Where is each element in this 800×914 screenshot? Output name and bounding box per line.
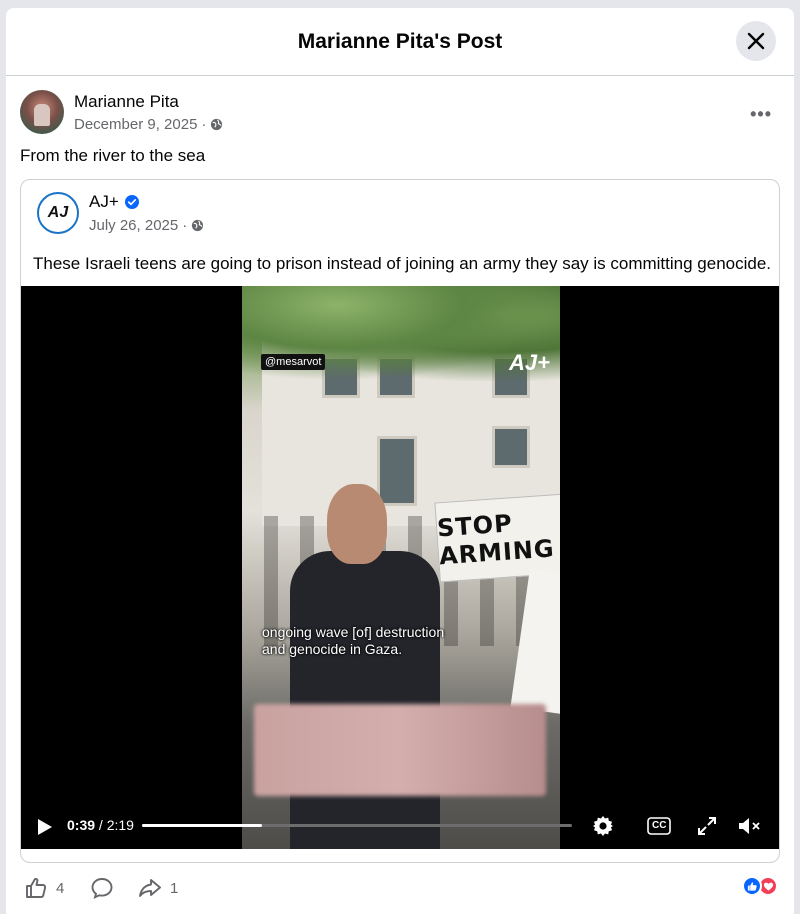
post-footer: 4 1 — [6, 866, 794, 914]
like-button[interactable]: 4 — [24, 876, 64, 900]
speaker-head — [327, 484, 387, 564]
post-header: Marianne Pita December 9, 2025 · — [20, 90, 223, 134]
post-meta: Marianne Pita December 9, 2025 · — [74, 92, 223, 133]
speaker-body — [290, 551, 440, 849]
thumbs-up-icon — [26, 877, 47, 898]
fullscreen-button[interactable] — [697, 816, 717, 841]
gear-icon — [593, 816, 613, 836]
video-progress-bar[interactable] — [142, 824, 572, 827]
shared-post-text: These Israeli teens are going to prison … — [33, 254, 772, 273]
shared-author-line: AJ+ — [89, 192, 204, 212]
more-options-button[interactable]: ••• — [750, 104, 772, 125]
post-modal: Marianne Pita's Post Marianne Pita Decem… — [6, 8, 794, 914]
current-time: 0:39 — [67, 817, 96, 833]
like-count: 4 — [56, 879, 65, 897]
post-text: From the river to the sea — [20, 146, 206, 165]
globe-icon — [211, 118, 223, 130]
video-player[interactable]: STOP ARMING @mesarvot AJ+ ongoing wave [… — [21, 286, 779, 849]
shared-date[interactable]: July 26, 2025 — [89, 217, 178, 234]
blurred-overlay — [254, 704, 546, 796]
comment-icon — [91, 878, 113, 900]
video-handle-tag: @mesarvot — [261, 354, 326, 370]
video-time: 0:39 / 2:19 — [67, 817, 134, 833]
settings-button[interactable] — [591, 814, 615, 843]
like-reaction-icon — [742, 876, 762, 896]
video-progress-fill — [142, 824, 263, 827]
shared-date-separator: · — [182, 217, 188, 234]
thumbs-up-icon — [747, 881, 757, 891]
post-date-line: December 9, 2025 · — [74, 116, 223, 133]
close-button[interactable] — [736, 21, 776, 61]
caption-line: and genocide in Gaza. — [262, 641, 403, 657]
share-icon — [139, 879, 161, 897]
shared-author-name[interactable]: AJ+ — [89, 192, 119, 212]
share-count: 1 — [170, 879, 179, 897]
video-frame: STOP ARMING @mesarvot AJ+ ongoing wave [… — [242, 286, 560, 849]
verified-badge-icon — [124, 195, 139, 209]
total-time: / 2:19 — [98, 817, 134, 833]
shared-date-line: July 26, 2025 · — [89, 217, 204, 234]
building-door — [377, 436, 417, 506]
author-name[interactable]: Marianne Pita — [74, 92, 223, 112]
caption-line: ongoing wave [of] destruction — [262, 624, 445, 640]
shared-post-card[interactable]: AJ AJ+ July 26, 2025 · These Israeli tee… — [20, 179, 780, 863]
post-date[interactable]: December 9, 2025 — [74, 116, 197, 133]
cc-label: CC — [652, 820, 667, 831]
captions-button[interactable]: CC — [647, 816, 671, 841]
background-strip — [0, 0, 800, 8]
modal-title: Marianne Pita's Post — [297, 29, 503, 53]
modal-header: Marianne Pita's Post — [6, 8, 794, 76]
heart-icon — [763, 882, 773, 891]
building-window — [492, 426, 530, 468]
video-caption: ongoing wave [of] destruction and genoci… — [262, 624, 492, 658]
play-button[interactable] — [37, 818, 53, 841]
author-avatar[interactable] — [20, 90, 64, 134]
play-icon — [38, 819, 52, 835]
share-button[interactable]: 1 — [138, 876, 178, 900]
date-separator: · — [201, 115, 207, 133]
video-controls: 0:39 / 2:19 CC — [21, 806, 779, 846]
speaker-muted-icon — [739, 818, 760, 834]
video-overlay-logo: AJ+ — [509, 350, 550, 375]
comment-button[interactable] — [90, 876, 114, 900]
close-icon — [747, 32, 765, 50]
expand-icon — [698, 817, 716, 835]
shared-post-meta: AJ+ July 26, 2025 · — [89, 192, 204, 234]
aj-plus-avatar[interactable]: AJ — [37, 192, 79, 234]
mute-button[interactable] — [737, 816, 763, 841]
reaction-summary[interactable] — [742, 876, 778, 896]
shared-post-header: AJ AJ+ July 26, 2025 · — [37, 192, 204, 234]
globe-icon — [192, 219, 204, 232]
